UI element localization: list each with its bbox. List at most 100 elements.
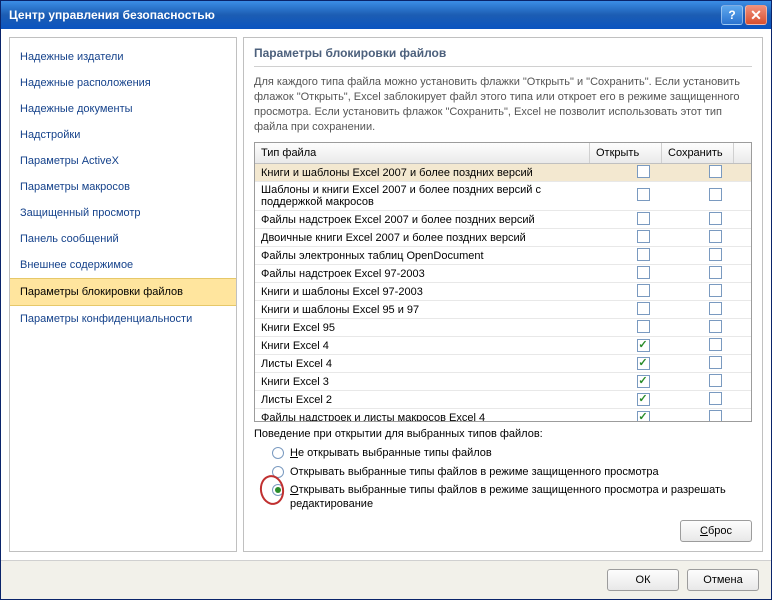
header-open[interactable]: Открыть [590,143,662,163]
radio-label: Не открывать выбранные типы файлов [290,446,492,460]
dialog-body: Надежные издателиНадежные расположенияНа… [1,29,771,560]
cell-open [607,212,679,228]
table-row[interactable]: Шаблоны и книги Excel 2007 и более поздн… [255,182,751,211]
save-checkbox[interactable] [709,302,722,315]
reset-button[interactable]: Сброс [680,520,752,542]
cell-filetype: Листы Excel 4 [255,356,607,372]
save-checkbox[interactable] [709,410,722,422]
cell-save [679,302,751,318]
open-checkbox[interactable] [637,188,650,201]
cell-open [607,266,679,282]
cell-open [607,284,679,300]
sidebar-item[interactable]: Параметры блокировки файлов [10,278,236,306]
file-block-table: Тип файла Открыть Сохранить Книги и шабл… [254,142,752,422]
sidebar-item[interactable]: Параметры конфиденциальности [10,306,236,332]
radio-label: Открывать выбранные типы файлов в режиме… [290,483,752,512]
save-checkbox[interactable] [709,188,722,201]
radio-button[interactable] [272,466,284,478]
ok-button[interactable]: ОК [607,569,679,591]
radio-option[interactable]: Открывать выбранные типы файлов в режиме… [254,463,752,481]
table-row[interactable]: Листы Excel 2 [255,391,751,409]
table-row[interactable]: Книги Excel 4 [255,337,751,355]
cell-save [679,230,751,246]
cell-filetype: Книги и шаблоны Excel 2007 и более поздн… [255,165,607,181]
table-row[interactable]: Файлы надстроек Excel 2007 и более поздн… [255,211,751,229]
cell-filetype: Книги и шаблоны Excel 97-2003 [255,284,607,300]
header-save[interactable]: Сохранить [662,143,734,163]
open-checkbox[interactable] [637,393,650,406]
sidebar-item[interactable]: Надежные расположения [10,70,236,96]
open-checkbox[interactable] [637,284,650,297]
cell-filetype: Книги Excel 95 [255,320,607,336]
open-checkbox[interactable] [637,411,650,421]
save-checkbox[interactable] [709,374,722,387]
sidebar-item[interactable]: Надежные издатели [10,44,236,70]
cell-save [679,266,751,282]
cell-open [607,357,679,370]
table-row[interactable]: Книги Excel 3 [255,373,751,391]
window-title: Центр управления безопасностью [5,8,721,22]
open-checkbox[interactable] [637,339,650,352]
cell-open [607,302,679,318]
cancel-button[interactable]: Отмена [687,569,759,591]
open-checkbox[interactable] [637,230,650,243]
table-row[interactable]: Двоичные книги Excel 2007 и более поздни… [255,229,751,247]
sidebar-item[interactable]: Панель сообщений [10,226,236,252]
save-checkbox[interactable] [709,165,722,178]
save-checkbox[interactable] [709,212,722,225]
close-button[interactable]: ✕ [745,5,767,25]
save-checkbox[interactable] [709,356,722,369]
cell-open [607,165,679,181]
table-row[interactable]: Книги и шаблоны Excel 2007 и более поздн… [255,164,751,182]
open-checkbox[interactable] [637,357,650,370]
radio-option[interactable]: Открывать выбранные типы файлов в режиме… [254,481,752,514]
open-checkbox[interactable] [637,248,650,261]
table-body[interactable]: Книги и шаблоны Excel 2007 и более поздн… [255,164,751,421]
radio-option[interactable]: Не открывать выбранные типы файлов [254,444,752,462]
cell-save [679,338,751,354]
cell-open [607,339,679,352]
header-scroll-gap [734,143,751,163]
sidebar-item[interactable]: Параметры макросов [10,174,236,200]
table-row[interactable]: Книги Excel 95 [255,319,751,337]
cell-save [679,374,751,390]
cell-filetype: Книги Excel 3 [255,374,607,390]
save-checkbox[interactable] [709,320,722,333]
sidebar-item[interactable]: Защищенный просмотр [10,200,236,226]
open-checkbox[interactable] [637,302,650,315]
sidebar: Надежные издателиНадежные расположенияНа… [9,37,237,552]
dialog-footer: ОК Отмена [1,560,771,599]
save-checkbox[interactable] [709,284,722,297]
section-description: Для каждого типа файла можно установить … [254,75,752,134]
table-row[interactable]: Листы Excel 4 [255,355,751,373]
open-checkbox[interactable] [637,165,650,178]
sidebar-item[interactable]: Надстройки [10,122,236,148]
trust-center-dialog: Центр управления безопасностью ? ✕ Надеж… [0,0,772,600]
open-checkbox[interactable] [637,375,650,388]
save-checkbox[interactable] [709,248,722,261]
save-checkbox[interactable] [709,266,722,279]
table-row[interactable]: Файлы электронных таблиц OpenDocument [255,247,751,265]
cell-save [679,248,751,264]
sidebar-item[interactable]: Надежные документы [10,96,236,122]
cell-open [607,375,679,388]
table-row[interactable]: Файлы надстроек Excel 97-2003 [255,265,751,283]
cell-save [679,212,751,228]
table-row[interactable]: Файлы надстроек и листы макросов Excel 4 [255,409,751,421]
open-checkbox[interactable] [637,212,650,225]
save-checkbox[interactable] [709,230,722,243]
sidebar-item[interactable]: Параметры ActiveX [10,148,236,174]
cell-filetype: Двоичные книги Excel 2007 и более поздни… [255,230,607,246]
help-button[interactable]: ? [721,5,743,25]
radio-button[interactable] [272,484,284,496]
header-filetype[interactable]: Тип файла [255,143,590,163]
table-row[interactable]: Книги и шаблоны Excel 95 и 97 [255,301,751,319]
save-checkbox[interactable] [709,338,722,351]
save-checkbox[interactable] [709,392,722,405]
open-checkbox[interactable] [637,320,650,333]
sidebar-item[interactable]: Внешнее содержимое [10,252,236,278]
radio-button[interactable] [272,447,284,459]
table-row[interactable]: Книги и шаблоны Excel 97-2003 [255,283,751,301]
open-checkbox[interactable] [637,266,650,279]
open-behavior-group: Поведение при открытии для выбранных тип… [254,428,752,513]
